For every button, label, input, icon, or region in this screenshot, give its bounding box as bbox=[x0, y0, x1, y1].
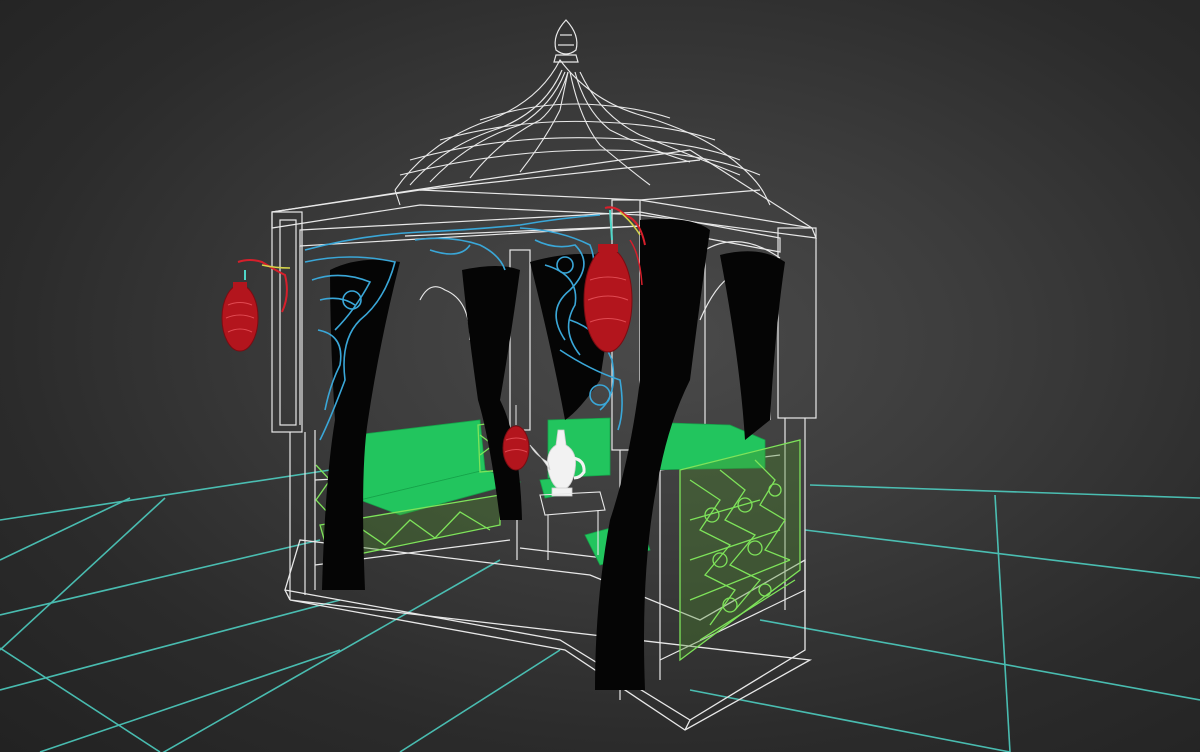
viewport-canvas[interactable] bbox=[0, 0, 1200, 752]
lantern-small bbox=[502, 405, 530, 471]
finial bbox=[553, 19, 579, 63]
dome-roof bbox=[394, 58, 771, 206]
3d-viewport[interactable] bbox=[0, 0, 1200, 752]
